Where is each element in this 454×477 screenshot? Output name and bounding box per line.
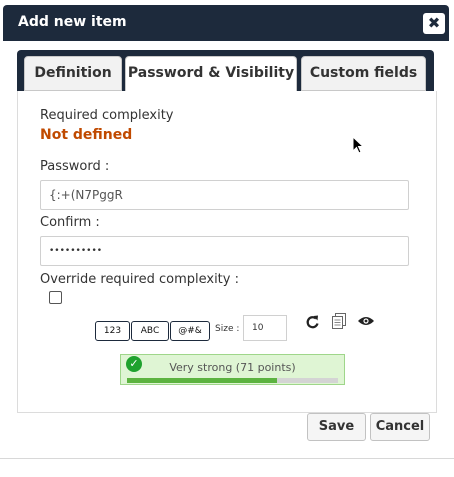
password-strength-meter: Very strong (71 points) [120,354,345,385]
refresh-icon[interactable] [305,314,321,334]
charset-numbers-button[interactable]: 123 [95,321,130,341]
required-complexity-value: Not defined [40,127,133,143]
close-button[interactable]: ✖ [423,13,445,34]
override-complexity-checkbox[interactable] [49,291,62,304]
confirm-label: Confirm : [40,215,100,230]
strength-text: Very strong (71 points) [169,361,296,374]
size-label: Size : [215,324,240,334]
strength-bar-track [127,378,338,383]
mouse-cursor-icon [352,135,365,158]
override-complexity-label: Override required complexity : [40,272,239,287]
save-button[interactable]: Save [307,413,366,441]
dialog-title: Add new item [18,14,127,30]
check-icon: ✓ [126,356,142,372]
dialog-titlebar: Add new item ✖ [3,5,449,41]
tab-definition[interactable]: Definition [24,56,122,91]
confirm-input[interactable]: •••••••••• [40,236,409,266]
footer-divider [0,458,454,459]
eye-icon[interactable] [357,315,375,331]
password-label: Password : [40,159,110,174]
copy-icon[interactable] [330,312,348,334]
cancel-button[interactable]: Cancel [370,413,430,441]
charset-symbols-button[interactable]: @#& [170,321,210,341]
tab-custom-fields[interactable]: Custom fields [301,56,426,91]
required-complexity-label: Required complexity [40,108,174,123]
strength-bar-fill [127,378,277,383]
charset-letters-button[interactable]: ABC [131,321,169,341]
size-input[interactable]: 10 [243,315,287,341]
add-item-dialog: Add new item ✖ Definition Password & Vis… [0,0,454,477]
close-icon: ✖ [427,14,441,32]
password-input[interactable]: {:+(N7PggR [40,180,409,210]
tab-password-visibility[interactable]: Password & Visibility [125,56,297,92]
